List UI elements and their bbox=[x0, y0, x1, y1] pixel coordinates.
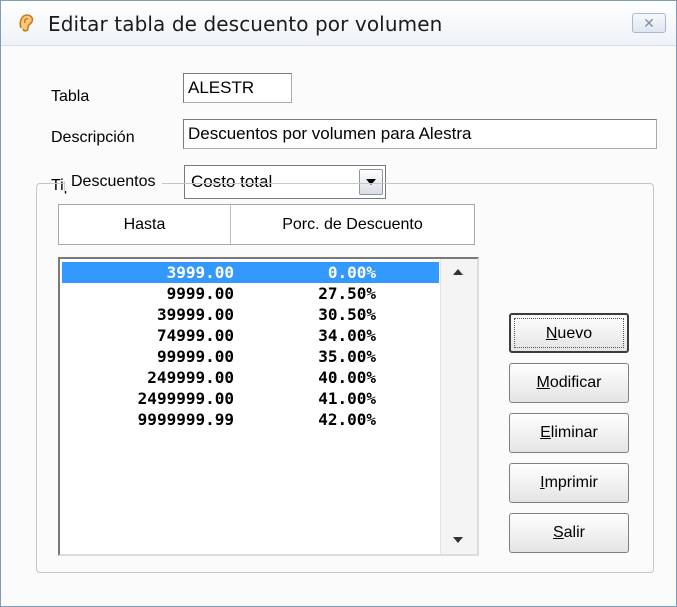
eliminar-label: liminar bbox=[550, 424, 598, 441]
list-item[interactable]: 74999.00 34.00% bbox=[62, 325, 439, 346]
imprimir-label: mprimir bbox=[544, 474, 598, 491]
list-item[interactable]: 9999999.99 42.00% bbox=[62, 409, 439, 430]
porc-cell: 42.00% bbox=[318, 410, 376, 429]
hasta-cell: 99999.00 bbox=[156, 347, 234, 366]
hasta-cell: 2499999.00 bbox=[137, 389, 234, 408]
porc-cell: 30.50% bbox=[318, 305, 376, 324]
close-icon: ✕ bbox=[643, 15, 655, 31]
porc-cell: 34.00% bbox=[318, 326, 376, 345]
salir-button[interactable]: Salir bbox=[509, 513, 629, 553]
scroll-down-icon[interactable] bbox=[453, 535, 463, 546]
salir-label: alir bbox=[563, 524, 585, 541]
hasta-cell: 74999.00 bbox=[156, 326, 234, 345]
hasta-cell: 249999.00 bbox=[147, 368, 234, 387]
table-header: Hasta Porc. de Descuento bbox=[58, 204, 475, 245]
hasta-cell: 3999.00 bbox=[166, 263, 234, 282]
column-header-hasta[interactable]: Hasta bbox=[59, 205, 230, 244]
scroll-up-icon[interactable] bbox=[453, 267, 463, 278]
porc-cell: 35.00% bbox=[318, 347, 376, 366]
title-bar[interactable]: Editar tabla de descuento por volumen ✕ bbox=[1, 1, 676, 46]
descripcion-field[interactable]: Descuentos por volumen para Alestra bbox=[183, 119, 657, 149]
tabla-field[interactable]: ALESTR bbox=[183, 73, 292, 103]
list-item[interactable]: 249999.00 40.00% bbox=[62, 367, 439, 388]
porc-cell: 41.00% bbox=[318, 389, 376, 408]
hasta-cell: 39999.00 bbox=[156, 305, 234, 324]
porc-cell: 0.00% bbox=[327, 263, 376, 282]
discount-rows: 3999.00 0.00% 9999.00 27.50% 39999.00 30.50… bbox=[62, 262, 439, 430]
modificar-button[interactable]: Modificar bbox=[509, 363, 629, 403]
hasta-cell: 9999999.99 bbox=[137, 410, 234, 429]
porc-cell: 40.00% bbox=[318, 368, 376, 387]
imprimir-button[interactable]: Imprimir bbox=[509, 463, 629, 503]
tabla-label: Tabla bbox=[51, 88, 90, 105]
close-button[interactable]: ✕ bbox=[632, 13, 666, 33]
nuevo-button[interactable]: Nuevo bbox=[509, 313, 629, 353]
window-title: Editar tabla de descuento por volumen bbox=[48, 12, 443, 36]
eliminar-button[interactable]: Eliminar bbox=[509, 413, 629, 453]
list-item[interactable]: 99999.00 35.00% bbox=[62, 346, 439, 367]
modificar-mnemonic: M bbox=[536, 374, 550, 391]
vertical-scrollbar[interactable] bbox=[440, 259, 477, 554]
list-item[interactable]: 39999.00 30.50% bbox=[62, 304, 439, 325]
list-item[interactable]: 2499999.00 41.00% bbox=[62, 388, 439, 409]
eliminar-mnemonic: E bbox=[540, 424, 551, 441]
edit-discount-table-dialog: Editar tabla de descuento por volumen ✕ … bbox=[0, 0, 677, 607]
modificar-label: odificar bbox=[549, 374, 602, 391]
descuentos-group-label: Descuentos bbox=[65, 173, 162, 191]
column-header-porc[interactable]: Porc. de Descuento bbox=[231, 205, 474, 244]
descripcion-label: Descripción bbox=[51, 129, 135, 146]
nuevo-label: uevo bbox=[557, 325, 593, 342]
hasta-cell: 9999.00 bbox=[166, 284, 234, 303]
nuevo-mnemonic: N bbox=[545, 325, 558, 342]
discount-list[interactable]: 3999.00 0.00% 9999.00 27.50% 39999.00 30.50… bbox=[58, 257, 479, 556]
list-item[interactable]: 3999.00 0.00% bbox=[62, 262, 439, 283]
list-item[interactable]: 9999.00 27.50% bbox=[62, 283, 439, 304]
salir-mnemonic: S bbox=[552, 524, 564, 541]
ear-icon bbox=[15, 11, 37, 33]
porc-cell: 27.50% bbox=[318, 284, 376, 303]
